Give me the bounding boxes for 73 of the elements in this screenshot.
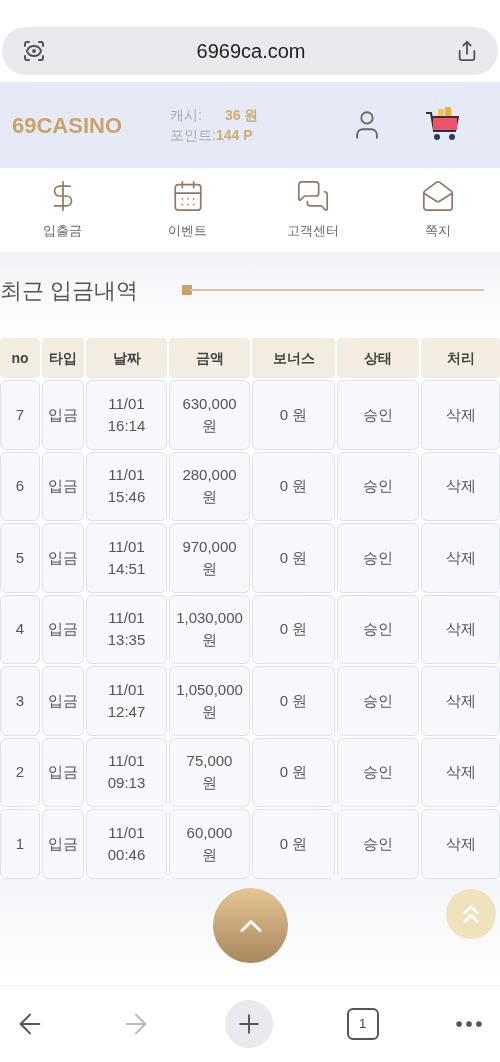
column-header: no xyxy=(0,338,40,378)
table-cell: 4 xyxy=(0,594,40,664)
table-cell: 승인 xyxy=(337,809,419,879)
cash-value: 36 원 xyxy=(225,106,259,125)
table-cell[interactable]: 삭제 xyxy=(421,523,500,593)
point-label: 포인트: xyxy=(170,126,216,145)
new-tab-button[interactable] xyxy=(225,1000,273,1048)
mail-icon xyxy=(420,179,455,214)
share-icon[interactable] xyxy=(456,40,478,62)
table-cell: 입금 xyxy=(42,451,84,521)
table-cell: 630,000 원 xyxy=(169,380,250,450)
column-header: 상태 xyxy=(337,338,419,378)
table-cell[interactable]: 삭제 xyxy=(421,594,500,664)
table-cell: 7 xyxy=(0,380,40,450)
table-cell: 1 xyxy=(0,809,40,879)
table-cell: 1,030,000 원 xyxy=(169,594,250,664)
table-cell: 0 원 xyxy=(252,380,335,450)
column-header: 금액 xyxy=(169,338,250,378)
table-cell: 승인 xyxy=(337,451,419,521)
table-cell: 11/01 16:14 xyxy=(86,380,167,450)
table-cell: 승인 xyxy=(337,594,419,664)
table-cell: 11/01 13:35 xyxy=(86,594,167,664)
column-header: 보너스 xyxy=(252,338,335,378)
table-cell: 3 xyxy=(0,666,40,736)
table-cell: 0 원 xyxy=(252,666,335,736)
table-cell: 5 xyxy=(0,523,40,593)
table-cell: 0 원 xyxy=(252,737,335,807)
table-cell: 2 xyxy=(0,737,40,807)
url-text: 6969ca.com xyxy=(196,39,306,64)
nav-item[interactable]: 고객센터 xyxy=(250,179,375,241)
table-cell: 60,000 원 xyxy=(169,809,250,879)
table-cell: 6 xyxy=(0,451,40,521)
table-cell[interactable]: 삭제 xyxy=(421,737,500,807)
chat-icon xyxy=(295,179,330,214)
address-bar[interactable]: 6969ca.com xyxy=(2,27,498,75)
nav-item[interactable]: 입출금 xyxy=(0,179,125,241)
column-header: 처리 xyxy=(421,338,500,378)
table-cell: 11/01 14:51 xyxy=(86,523,167,593)
table-cell: 승인 xyxy=(337,666,419,736)
column-header: 날짜 xyxy=(86,338,167,378)
table-cell: 1,050,000 원 xyxy=(169,666,250,736)
table-cell[interactable]: 삭제 xyxy=(421,809,500,879)
table-cell: 입금 xyxy=(42,737,84,807)
table-cell[interactable]: 삭제 xyxy=(421,380,500,450)
table-cell: 11/01 12:47 xyxy=(86,666,167,736)
table-cell: 승인 xyxy=(337,523,419,593)
lens-icon[interactable] xyxy=(22,39,46,63)
column-header: 타입 xyxy=(42,338,84,378)
table-cell: 입금 xyxy=(42,523,84,593)
table-cell: 0 원 xyxy=(252,809,335,879)
table-cell[interactable]: 삭제 xyxy=(421,451,500,521)
table-cell: 입금 xyxy=(42,666,84,736)
table-cell: 입금 xyxy=(42,380,84,450)
table-cell: 280,000 원 xyxy=(169,451,250,521)
cash-label: 캐시: xyxy=(170,106,203,125)
nav-item[interactable]: 이벤트 xyxy=(125,179,250,241)
nav-item[interactable]: 쪽지 xyxy=(375,179,500,241)
table-cell: 승인 xyxy=(337,737,419,807)
table-cell: 0 원 xyxy=(252,594,335,664)
table-cell: 11/01 00:46 xyxy=(86,809,167,879)
table-cell: 970,000 원 xyxy=(169,523,250,593)
table-cell: 0 원 xyxy=(252,523,335,593)
table-cell: 입금 xyxy=(42,809,84,879)
tab-count-button[interactable]: 1 xyxy=(346,1008,379,1040)
table-cell: 75,000 원 xyxy=(169,737,250,807)
point-value: 144 P xyxy=(215,126,253,145)
table-cell: 0 원 xyxy=(252,451,335,521)
section-title: 최근 입금내역 xyxy=(0,276,140,305)
table-cell: 11/01 09:13 xyxy=(86,737,167,807)
table-cell[interactable]: 삭제 xyxy=(421,666,500,736)
table-cell: 승인 xyxy=(337,380,419,450)
table-cell: 입금 xyxy=(42,594,84,664)
table-cell: 11/01 15:46 xyxy=(86,451,167,521)
